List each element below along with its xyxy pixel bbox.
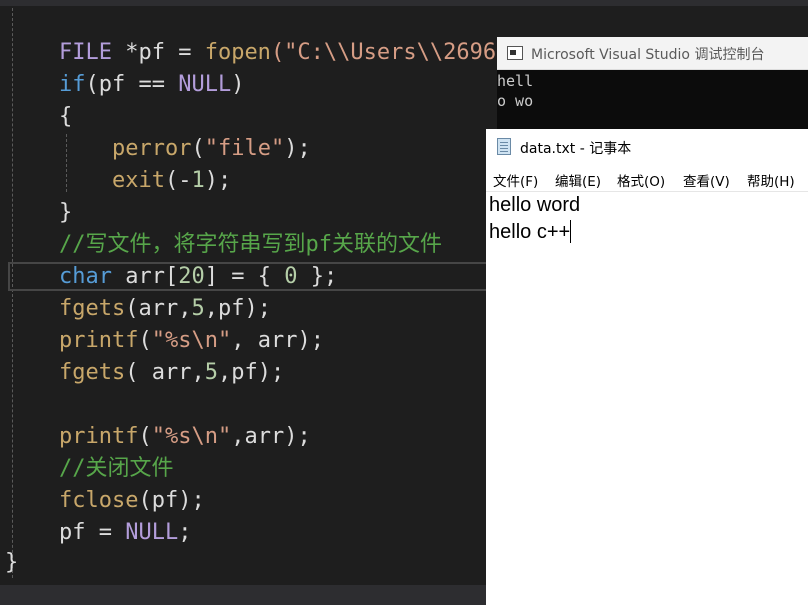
code-token: (pf); xyxy=(138,488,205,513)
menu-file[interactable]: 文件(F) xyxy=(493,170,538,190)
code-line[interactable]: if(pf == NULL) xyxy=(59,70,244,100)
code-token: 1 xyxy=(191,168,205,193)
code-token: ,arr); xyxy=(231,424,311,449)
code-line[interactable]: } xyxy=(59,198,72,228)
code-line[interactable]: fclose(pf); xyxy=(59,486,205,516)
code-token: 20 xyxy=(178,264,205,289)
menu-edit[interactable]: 编辑(E) xyxy=(555,170,601,190)
code-token: { xyxy=(59,104,73,129)
code-token: printf xyxy=(59,424,139,449)
notepad-text-line[interactable]: hello word xyxy=(489,191,580,219)
notepad-window[interactable]: data.txt - 记事本 文件(F) 编辑(E) 格式(O) 查看(V) 帮… xyxy=(486,129,808,605)
code-token: 5 xyxy=(191,296,205,321)
code-token: //关闭文件 xyxy=(59,456,174,481)
code-token: ); xyxy=(204,168,232,193)
code-token: ); xyxy=(284,136,311,161)
notepad-icon xyxy=(497,138,511,155)
code-token: perror xyxy=(111,136,192,161)
menu-format[interactable]: 格式(O) xyxy=(617,170,665,190)
console-output-line: o wo xyxy=(497,92,534,110)
code-token: } xyxy=(59,200,73,225)
code-token: ; xyxy=(178,520,192,545)
text-caret xyxy=(570,220,571,243)
code-token: fgets xyxy=(59,296,126,321)
code-token: NULL xyxy=(125,520,179,545)
code-token: if xyxy=(59,72,86,97)
code-token: fclose xyxy=(59,488,139,513)
code-line[interactable]: fgets( arr,5,pf); xyxy=(59,358,284,388)
code-line[interactable]: exit(-1); xyxy=(59,166,231,196)
code-token: ("C:\\Users\\26961 xyxy=(270,40,510,65)
code-token: pf = xyxy=(59,520,126,545)
editor-top-strip xyxy=(0,0,808,6)
code-token: ( xyxy=(191,136,205,161)
code-token: "%s\n" xyxy=(151,328,232,353)
notepad-text-line[interactable]: hello c++ xyxy=(489,218,570,246)
indent-guide-outer xyxy=(12,8,13,578)
code-line[interactable]: FILE *pf = fopen("C:\\Users\\26961 xyxy=(59,38,509,68)
code-token: ) xyxy=(231,72,245,97)
code-line[interactable]: //关闭文件 xyxy=(59,454,174,484)
code-token: , arr); xyxy=(231,328,324,353)
code-token: fopen xyxy=(204,40,271,65)
notepad-title-bar[interactable]: data.txt - 记事本 xyxy=(486,129,808,165)
code-line[interactable]: char arr[20] = { 0 }; xyxy=(59,262,337,292)
code-token: ,pf); xyxy=(204,296,271,321)
debug-console-window[interactable]: Microsoft Visual Studio 调试控制台 hell o wo xyxy=(497,37,808,130)
code-token: char xyxy=(59,264,112,289)
code-token: exit xyxy=(111,168,165,193)
code-token: ( arr, xyxy=(125,360,205,385)
console-output-line: hell xyxy=(497,72,534,90)
code-token: ,pf); xyxy=(217,360,285,385)
menu-view[interactable]: 查看(V) xyxy=(683,170,730,190)
code-line[interactable]: //写文件，将字符串写到pf关联的文件 xyxy=(59,230,442,260)
closing-brace: } xyxy=(5,550,19,575)
code-token: //写文件，将字符串写到pf关联的文件 xyxy=(59,232,442,257)
code-line[interactable]: perror("file"); xyxy=(59,134,311,164)
code-token: (- xyxy=(164,168,192,193)
menu-help[interactable]: 帮助(H) xyxy=(747,170,795,190)
code-token: }; xyxy=(297,264,338,289)
code-token: printf xyxy=(59,328,139,353)
code-line[interactable]: pf = NULL; xyxy=(59,518,191,548)
code-token: "file" xyxy=(204,136,285,161)
code-token: (pf == xyxy=(85,72,179,97)
code-line[interactable]: printf("%s\n",arr); xyxy=(59,422,311,452)
code-token: ] = { xyxy=(204,264,285,289)
code-token: "%s\n" xyxy=(151,424,232,449)
code-token: ( xyxy=(138,328,152,353)
code-line[interactable]: { xyxy=(59,102,72,132)
code-token: *pf = xyxy=(111,40,205,65)
code-token: 0 xyxy=(284,264,298,289)
code-token: fgets xyxy=(59,360,126,385)
console-title: Microsoft Visual Studio 调试控制台 xyxy=(531,47,765,63)
code-token: 5 xyxy=(204,360,218,385)
code-token: NULL xyxy=(178,72,232,97)
code-line[interactable]: printf("%s\n", arr); xyxy=(59,326,324,356)
code-token: arr[ xyxy=(111,264,179,289)
code-token: ( xyxy=(138,424,152,449)
code-token: (arr, xyxy=(125,296,192,321)
console-app-icon xyxy=(507,46,523,60)
code-line[interactable]: fgets(arr,5,pf); xyxy=(59,294,271,324)
notepad-menu-bar: 文件(F) 编辑(E) 格式(O) 查看(V) 帮助(H) xyxy=(486,167,808,192)
console-title-bar[interactable]: Microsoft Visual Studio 调试控制台 xyxy=(497,37,808,70)
notepad-title: data.txt - 记事本 xyxy=(520,141,632,157)
code-token: FILE xyxy=(59,40,112,65)
